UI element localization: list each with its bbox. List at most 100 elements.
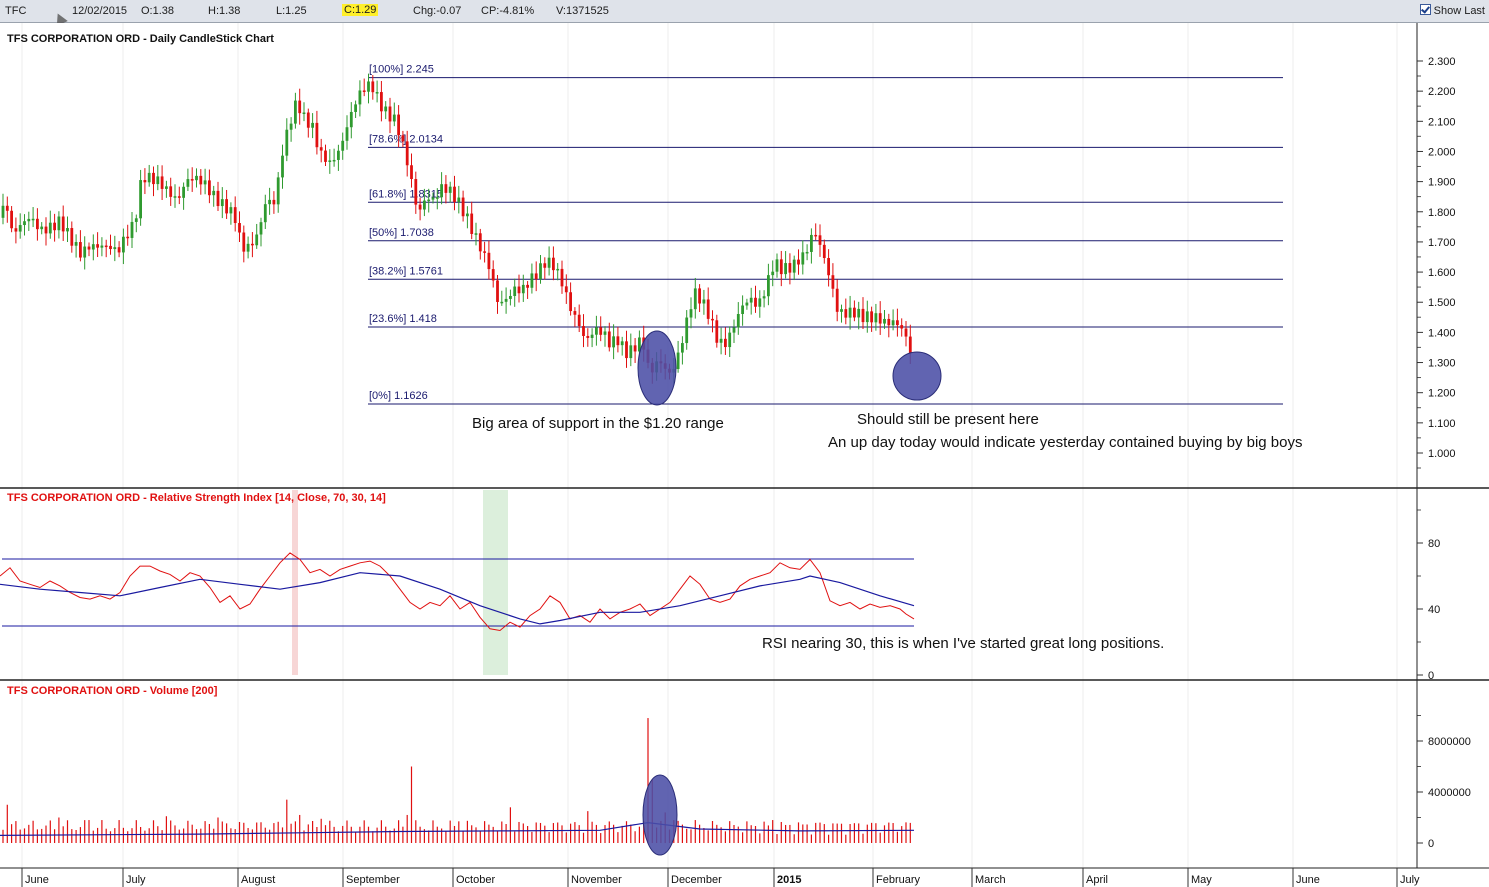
candle-body <box>771 271 775 276</box>
close-value: C:1.29 <box>342 4 379 16</box>
candle-body <box>835 288 839 312</box>
candle-body <box>255 234 259 246</box>
candle-body <box>117 247 121 253</box>
candle-body <box>169 186 173 197</box>
price-tick-label: 2.100 <box>1428 116 1456 128</box>
month-label: July <box>1400 874 1420 886</box>
candle-body <box>775 259 779 272</box>
fib-level-label: [100%] 2.245 <box>369 64 434 76</box>
candle-body <box>272 199 276 205</box>
candle-body <box>732 327 736 333</box>
candle-body <box>595 327 598 335</box>
candle-body <box>861 308 865 323</box>
candle-body <box>349 111 353 128</box>
price-tick-label: 1.600 <box>1428 267 1456 279</box>
candle-body <box>160 176 164 189</box>
candle-body <box>741 305 744 315</box>
candle-body <box>552 257 555 271</box>
candle-body <box>281 155 284 178</box>
candle-body <box>306 112 310 128</box>
candle-body <box>134 218 138 222</box>
candle-body <box>586 335 590 338</box>
volume-tick-label: 4000000 <box>1428 787 1471 799</box>
candle-body <box>324 150 327 162</box>
candle-body <box>109 245 112 250</box>
high-value: H:1.38 <box>208 5 241 17</box>
candle-body <box>96 244 99 248</box>
candle-body <box>242 232 246 252</box>
candle-body <box>620 341 624 346</box>
candle-body <box>848 307 852 318</box>
candle-body <box>371 81 375 93</box>
candle-body <box>375 92 379 94</box>
candle-body <box>724 338 727 348</box>
show-last-toggle[interactable]: Show Last <box>1419 4 1485 17</box>
candle-body <box>534 273 538 280</box>
candle-body <box>229 207 233 214</box>
candle-body <box>560 268 564 287</box>
candle-body <box>758 298 762 307</box>
candle-body <box>762 296 766 299</box>
candle-body <box>212 190 216 196</box>
candle-body <box>805 251 809 254</box>
candle-body <box>908 336 912 354</box>
candle-body <box>177 196 181 198</box>
candle-body <box>100 245 104 248</box>
current-day-circle-highlight <box>892 351 942 401</box>
candle-body <box>276 177 280 205</box>
candle-body <box>474 233 478 235</box>
volume-value: V:1371525 <box>556 5 609 17</box>
candle-body <box>448 186 452 193</box>
candle-body <box>792 259 796 273</box>
chart-canvas[interactable]: TFS CORPORATION ORD - Daily CandleStick … <box>0 23 1489 887</box>
candle-body <box>31 218 35 221</box>
candle-body <box>298 100 302 114</box>
candle-body <box>384 106 388 112</box>
candle-body <box>590 334 594 338</box>
candle-body <box>444 184 448 193</box>
candle-body <box>367 81 370 92</box>
month-label: November <box>571 874 622 886</box>
candle-body <box>285 129 289 156</box>
candle-body <box>685 317 689 344</box>
candle-body <box>784 263 787 275</box>
candle-body <box>582 326 585 336</box>
candle-body <box>612 336 615 348</box>
annotation-present: Should still be present here <box>857 411 1039 428</box>
change-value: Chg:-0.07 <box>413 5 462 17</box>
volume-tick-label: 0 <box>1428 838 1434 850</box>
symbol-label: TFC <box>5 5 27 17</box>
fib-level-label: [23.6%] 1.418 <box>369 313 437 325</box>
candle-body <box>345 127 349 141</box>
candle-body <box>216 190 220 207</box>
candle-body <box>556 268 560 271</box>
candle-body <box>199 175 203 185</box>
candle-body <box>827 258 830 276</box>
candle-body <box>853 307 856 318</box>
candle-body <box>423 200 426 210</box>
candle-body <box>715 320 719 343</box>
month-label: July <box>126 874 146 886</box>
candle-body <box>397 114 400 136</box>
month-label: June <box>1296 874 1320 886</box>
candle-body <box>887 318 891 326</box>
candle-body <box>530 273 534 288</box>
candle-body <box>418 204 422 210</box>
candle-body <box>564 286 568 293</box>
candle-body <box>904 328 908 337</box>
checkbox-icon[interactable] <box>1419 4 1431 15</box>
candle-body <box>517 286 521 294</box>
month-label: August <box>241 874 275 886</box>
price-tick-label: 1.400 <box>1428 327 1456 339</box>
candle-body <box>91 244 95 250</box>
fib-level-label: [0%] 1.1626 <box>369 390 428 402</box>
volume-spike-ellipse-highlight <box>642 774 678 856</box>
candle-body <box>874 313 878 323</box>
month-label: March <box>975 874 1006 886</box>
candle-body <box>719 338 723 343</box>
change-percent-value: CP:-4.81% <box>481 5 535 17</box>
candle-body <box>165 186 168 189</box>
candle-body <box>440 184 443 198</box>
month-label: May <box>1191 874 1212 886</box>
candle-body <box>18 225 22 232</box>
